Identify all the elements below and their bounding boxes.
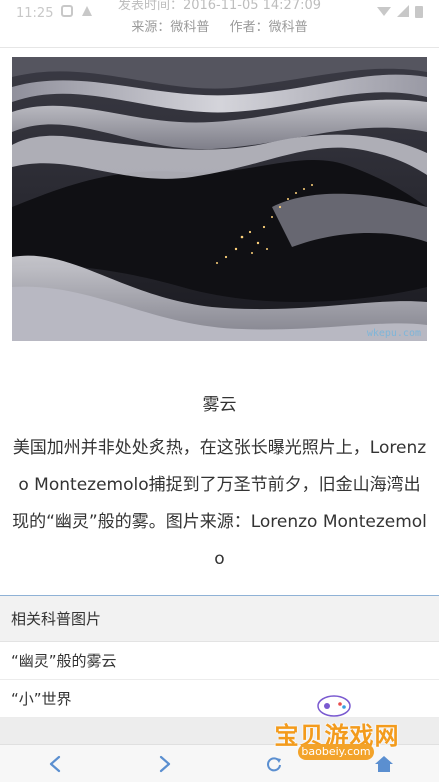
wifi-icon bbox=[377, 5, 391, 21]
related-header: 相关科普图片 bbox=[0, 596, 439, 642]
gamepad-mascot-icon bbox=[317, 695, 351, 717]
forward-icon bbox=[159, 755, 170, 772]
related-item[interactable]: “幽灵”般的雾云 bbox=[0, 642, 439, 680]
alert-icon bbox=[81, 5, 93, 21]
back-icon bbox=[49, 755, 60, 772]
battery-icon bbox=[415, 5, 423, 22]
article-photo[interactable]: wkepu.com bbox=[12, 57, 427, 341]
photo-description: 美国加州并非处处炙热，在这张长曝光照片上，Lorenzo Montezemolo… bbox=[12, 438, 427, 569]
fog-landscape-image bbox=[12, 57, 427, 341]
site-logo: 宝贝游戏网 baobeiy.com bbox=[262, 688, 412, 768]
notification-icon bbox=[61, 5, 74, 21]
image-watermark: wkepu.com bbox=[366, 328, 421, 339]
logo-url: baobeiy.com bbox=[298, 744, 374, 760]
status-time: 11:25 bbox=[16, 5, 54, 21]
status-bar: 11:25 bbox=[0, 0, 439, 26]
signal-icon bbox=[397, 5, 409, 21]
back-button[interactable] bbox=[35, 748, 75, 780]
photo-title: 雾云 bbox=[202, 395, 237, 415]
forward-button[interactable] bbox=[145, 748, 185, 780]
